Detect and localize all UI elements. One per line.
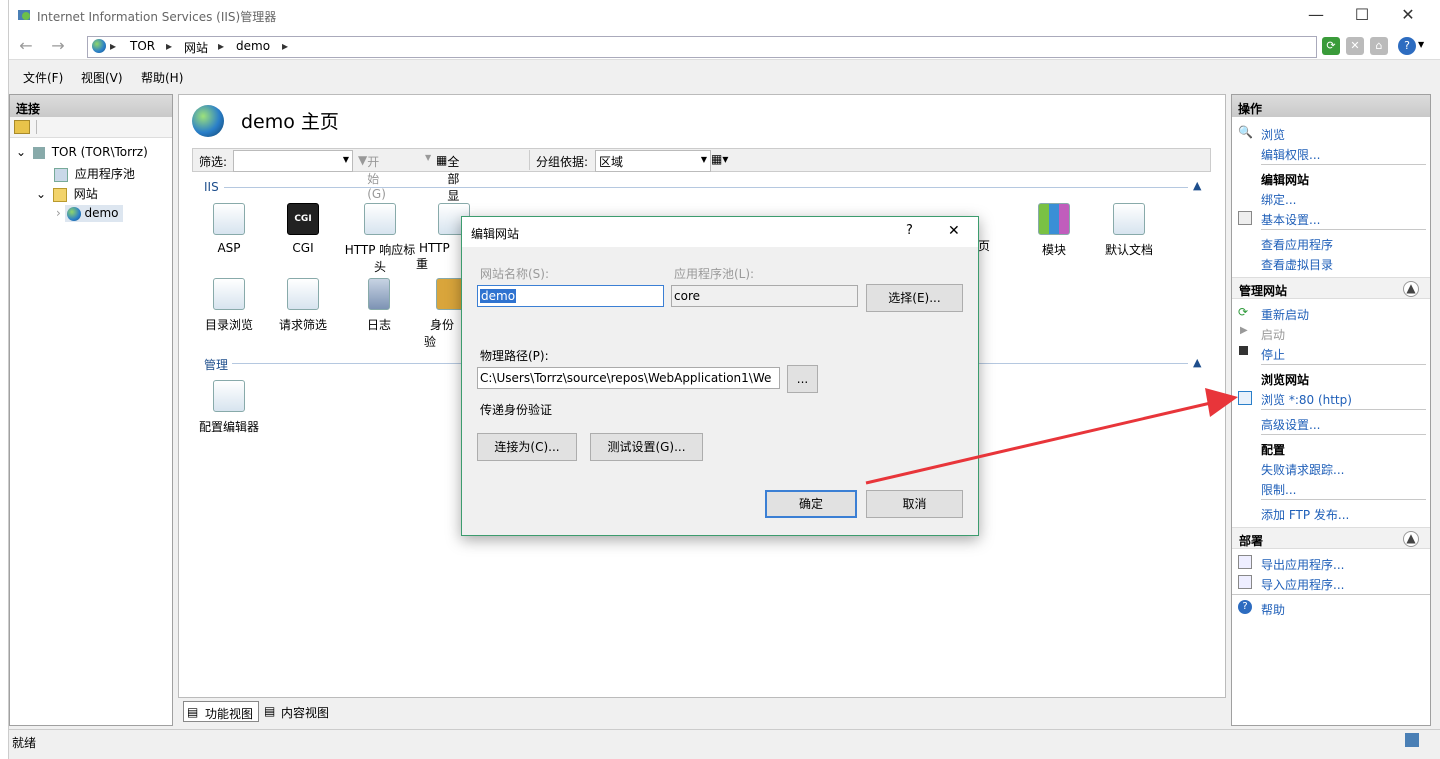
annotation-arrow: [865, 388, 1238, 485]
annotation-arrow-line: [865, 400, 1216, 485]
annotation-arrow-head: [1205, 388, 1238, 417]
